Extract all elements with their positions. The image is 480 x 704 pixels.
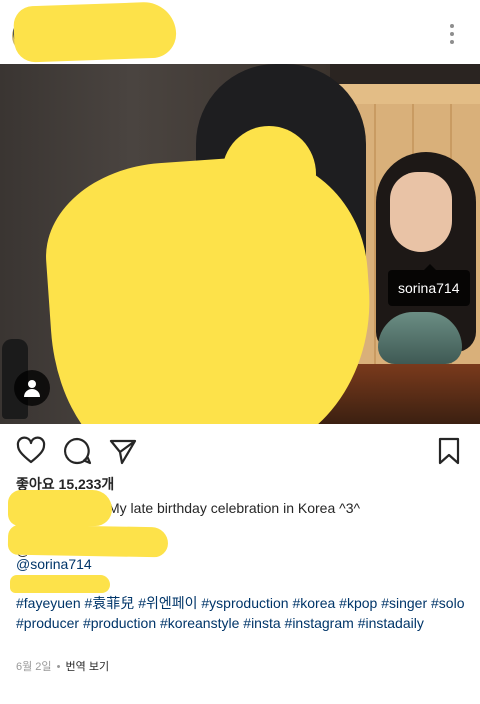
caption-text: My late birthday celebration in Korea ^3…: [108, 500, 361, 516]
post-photo[interactable]: sorina714: [0, 64, 480, 424]
hashtag[interactable]: #instagram: [285, 615, 354, 631]
hashtag[interactable]: #袁菲兒: [85, 595, 135, 611]
hashtag-list: #fayeyuen #袁菲兒 #위엔페이 #ysproduction #kore…: [16, 594, 468, 633]
meta-separator: •: [56, 661, 61, 673]
redacted-face: [222, 126, 316, 222]
post-date: 6월 2일: [16, 661, 52, 673]
hashtag[interactable]: #koreanstyle: [160, 615, 239, 631]
post-header: [0, 0, 480, 64]
send-icon[interactable]: [108, 436, 138, 466]
photo-pot: [378, 312, 462, 364]
post-meta: 6월 2일 • 번역 보기: [16, 658, 109, 674]
hashtag[interactable]: #singer: [381, 595, 427, 611]
hashtag[interactable]: #위엔페이: [138, 595, 197, 611]
redacted-caption-line: [7, 524, 169, 558]
hashtag[interactable]: #producer: [16, 615, 79, 631]
person-icon[interactable]: [14, 370, 50, 406]
hashtag[interactable]: #fayeyuen: [16, 595, 81, 611]
redacted-caption-line-2: [10, 575, 110, 593]
hashtag[interactable]: #korea: [292, 595, 335, 611]
hashtag[interactable]: #insta: [243, 615, 280, 631]
redacted-caption-author: [8, 490, 112, 526]
photo-person-face: [390, 172, 452, 252]
more-vertical-icon[interactable]: [442, 24, 462, 44]
user-tag[interactable]: sorina714: [388, 264, 470, 306]
hashtag[interactable]: #ysproduction: [201, 595, 288, 611]
redacted-username: [13, 1, 177, 63]
comment-icon[interactable]: [62, 436, 92, 466]
hashtag[interactable]: #kpop: [339, 595, 377, 611]
mention-link[interactable]: @sorina714: [16, 556, 92, 572]
translate-link[interactable]: 번역 보기: [66, 661, 110, 673]
action-bar: [0, 424, 480, 476]
hashtag[interactable]: #production: [83, 615, 156, 631]
redacted-person: [39, 149, 381, 424]
bookmark-icon[interactable]: [434, 436, 464, 466]
hashtag[interactable]: #instadaily: [358, 615, 424, 631]
hashtag[interactable]: #solo: [431, 595, 464, 611]
heart-icon[interactable]: [16, 436, 46, 466]
